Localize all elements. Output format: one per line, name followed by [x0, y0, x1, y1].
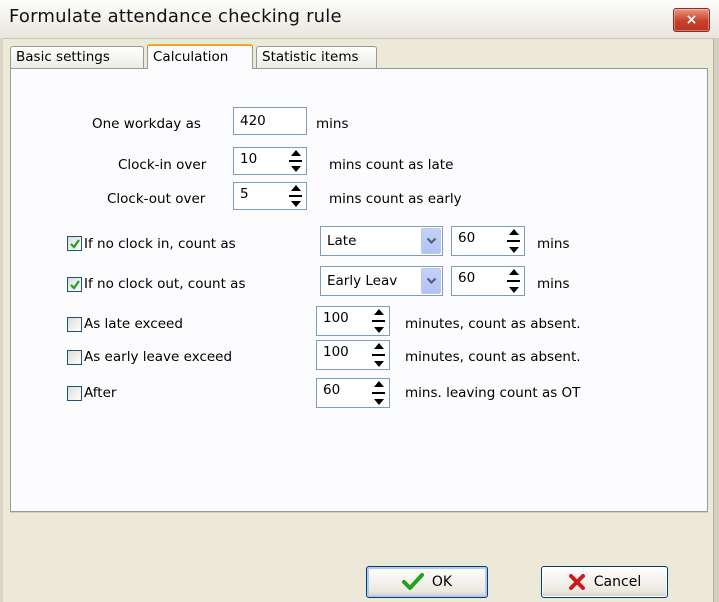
tab-calculation[interactable]: Calculation — [147, 44, 253, 69]
no-clock-in-unit: mins — [537, 236, 570, 252]
stepper-value: 60 — [458, 270, 476, 286]
after-suffix: mins. leaving count as OT — [405, 385, 581, 401]
late-exceed-checkbox[interactable] — [67, 317, 82, 332]
cancel-button[interactable]: Cancel — [541, 566, 668, 598]
close-button[interactable]: × — [673, 8, 710, 32]
window-title: Formulate attendance checking rule — [9, 6, 342, 27]
tab-label: Statistic items — [262, 49, 359, 65]
no-clock-out-stepper[interactable]: 60 — [451, 266, 525, 296]
workday-unit: mins — [316, 116, 349, 132]
close-icon — [568, 574, 585, 590]
spin-arrows-icon[interactable] — [371, 343, 386, 367]
spin-arrows-icon[interactable] — [506, 269, 521, 293]
clock-in-stepper[interactable]: 10 — [233, 147, 307, 175]
clock-out-stepper[interactable]: 5 — [233, 182, 307, 210]
stepper-value: 5 — [240, 186, 249, 202]
no-clock-out-checkbox[interactable] — [67, 277, 82, 292]
spin-arrows-icon[interactable] — [288, 150, 303, 172]
stepper-value: 100 — [323, 310, 349, 326]
after-label: After — [84, 385, 117, 401]
workday-input[interactable]: 420 — [233, 107, 307, 135]
workday-label: One workday as — [92, 116, 201, 132]
spin-arrows-icon[interactable] — [371, 309, 386, 333]
stepper-value: 60 — [323, 382, 341, 398]
late-exceed-suffix: minutes, count as absent. — [405, 316, 581, 332]
early-exceed-checkbox[interactable] — [67, 350, 82, 365]
no-clock-out-label: If no clock out, count as — [84, 276, 246, 292]
select-value: Late — [327, 233, 357, 249]
early-exceed-stepper[interactable]: 100 — [316, 340, 390, 370]
tab-basic-settings[interactable]: Basic settings — [10, 46, 144, 68]
select-value: Early Leav — [327, 273, 398, 289]
ok-button[interactable]: OK — [366, 566, 488, 598]
clock-in-suffix: mins count as late — [329, 157, 454, 173]
footer-divider — [10, 512, 708, 513]
no-clock-in-label: If no clock in, count as — [84, 236, 236, 252]
spin-arrows-icon[interactable] — [506, 229, 521, 253]
stepper-value: 10 — [240, 151, 258, 167]
checkmark-icon — [70, 239, 80, 249]
spin-arrows-icon[interactable] — [371, 381, 386, 405]
clock-out-label: Clock-out over — [107, 191, 206, 207]
chevron-down-icon[interactable] — [421, 268, 441, 294]
no-clock-in-stepper[interactable]: 60 — [451, 226, 525, 256]
calculation-panel: One workday as 420 mins Clock-in over 10… — [10, 68, 708, 512]
spin-arrows-icon[interactable] — [288, 185, 303, 207]
stepper-value: 100 — [323, 344, 349, 360]
checkmark-icon — [70, 280, 80, 290]
stepper-value: 60 — [458, 230, 476, 246]
late-exceed-stepper[interactable]: 100 — [316, 306, 390, 336]
tab-label: Calculation — [153, 49, 229, 65]
chevron-down-icon[interactable] — [421, 228, 441, 254]
window-frame-left — [0, 38, 3, 602]
checkmark-icon — [401, 573, 424, 590]
window-frame-right — [713, 38, 719, 602]
tab-label: Basic settings — [16, 49, 110, 65]
no-clock-in-checkbox[interactable] — [67, 236, 82, 251]
after-stepper[interactable]: 60 — [316, 378, 390, 408]
early-exceed-suffix: minutes, count as absent. — [405, 349, 581, 365]
after-checkbox[interactable] — [67, 386, 82, 401]
no-clock-in-type-select[interactable]: Late — [320, 226, 443, 256]
cancel-label: Cancel — [593, 574, 642, 590]
tab-statistic-items[interactable]: Statistic items — [256, 46, 377, 68]
no-clock-out-unit: mins — [537, 276, 570, 292]
ok-label: OK — [431, 574, 453, 590]
late-exceed-label: As late exceed — [84, 316, 183, 332]
title-bar: Formulate attendance checking rule × — [0, 0, 719, 39]
clock-in-label: Clock-in over — [118, 157, 207, 173]
early-exceed-label: As early leave exceed — [84, 349, 233, 365]
close-icon: × — [685, 12, 698, 28]
clock-out-suffix: mins count as early — [329, 191, 462, 207]
no-clock-out-type-select[interactable]: Early Leav — [320, 266, 443, 296]
